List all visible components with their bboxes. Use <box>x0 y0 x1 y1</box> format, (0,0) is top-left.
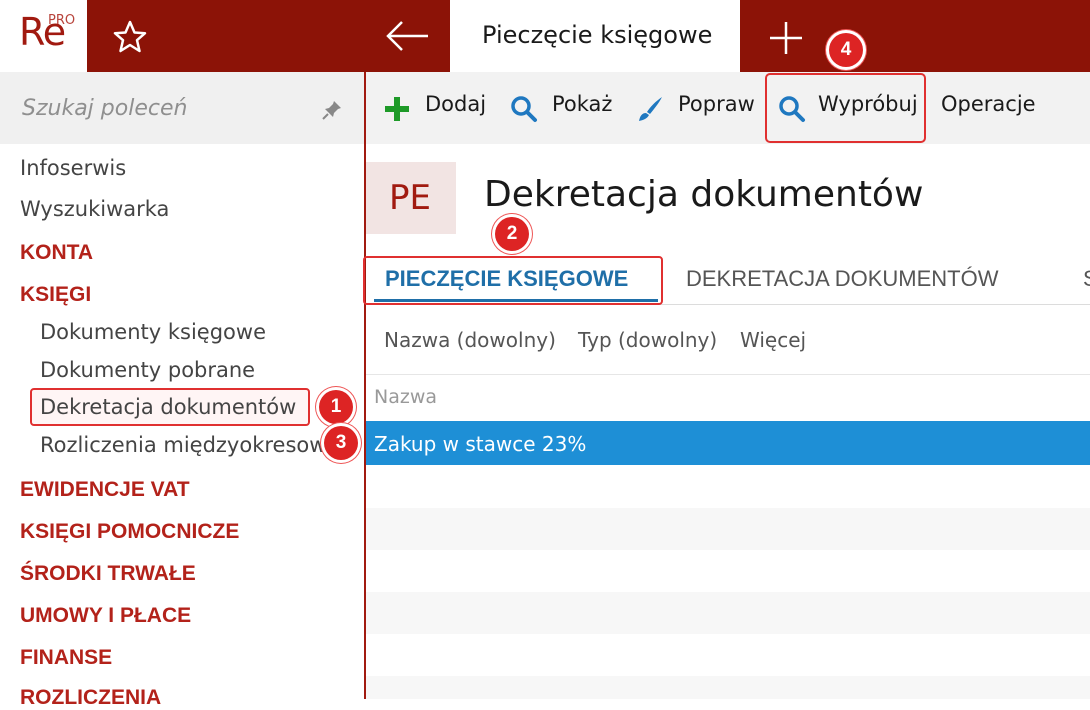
sidebar-item-infoserwis[interactable]: Infoserwis <box>20 156 126 181</box>
grid-header <box>366 374 1090 419</box>
edit-brush-icon[interactable] <box>636 95 664 127</box>
tab-dekretacja-dokumentow[interactable]: DEKRETACJA DOKUMENTÓW <box>686 266 999 292</box>
filter-type[interactable]: Typ (dowolny) <box>578 328 717 352</box>
page-badge-text: PE <box>389 178 431 218</box>
table-cell-name: Zakup w stawce 23% <box>374 432 587 456</box>
filter-more[interactable]: Więcej <box>740 328 806 352</box>
tab-overflow[interactable]: S <box>1083 266 1090 292</box>
add-plus-icon[interactable] <box>384 96 410 126</box>
sidebar-section-srodki-trwale[interactable]: ŚRODKI TRWAŁE <box>20 561 196 586</box>
sidebar-section-konta[interactable]: KONTA <box>20 240 93 265</box>
table-row-empty <box>366 550 1090 592</box>
logo-badge: PRO <box>48 13 76 28</box>
add-button[interactable]: Dodaj <box>425 92 486 117</box>
try-button[interactable]: Wypróbuj <box>818 92 918 117</box>
sidebar-section-umowy-i-place[interactable]: UMOWY I PŁACE <box>20 603 191 628</box>
sidebar-section-rozliczenia[interactable]: ROZLICZENIA <box>20 685 161 710</box>
command-search-input[interactable]: Szukaj poleceń <box>0 72 364 144</box>
app-logo[interactable]: Re PRO <box>0 0 87 72</box>
back-arrow-icon[interactable] <box>384 18 430 54</box>
edit-button[interactable]: Popraw <box>678 92 755 117</box>
table-row-empty <box>366 592 1090 634</box>
sidebar-item-rozliczenia-miedzyokresowe[interactable]: Rozliczenia międzyokresowe <box>40 433 340 458</box>
active-tab-label: Pieczęcie księgowe <box>482 21 713 49</box>
new-tab-plus-icon[interactable] <box>766 18 806 58</box>
table-row-empty <box>366 634 1090 676</box>
sidebar-section-ewidencje-vat[interactable]: EWIDENCJE VAT <box>20 477 190 502</box>
step-marker-4: 4 <box>829 33 863 67</box>
show-search-icon[interactable] <box>510 95 538 127</box>
sidebar-item-dokumenty-ksiegowe[interactable]: Dokumenty księgowe <box>40 320 266 345</box>
column-header-name[interactable]: Nazwa <box>374 386 437 408</box>
table-row-empty <box>366 676 1090 699</box>
sidebar-item-wyszukiwarka[interactable]: Wyszukiwarka <box>20 197 169 222</box>
sidebar-section-ksiegi[interactable]: KSIĘGI <box>20 282 91 307</box>
tab-highlight <box>363 256 663 305</box>
table-row-empty <box>366 508 1090 550</box>
step-marker-2: 2 <box>495 217 529 251</box>
sidebar-item-dekretacja-dokumentow[interactable]: Dekretacja dokumentów <box>40 395 296 420</box>
step-marker-1: 1 <box>319 390 353 424</box>
try-search-icon[interactable] <box>778 95 806 127</box>
search-placeholder: Szukaj poleceń <box>22 96 188 121</box>
filter-name[interactable]: Nazwa (dowolny) <box>384 328 556 352</box>
sidebar-item-dokumenty-pobrane[interactable]: Dokumenty pobrane <box>40 358 255 383</box>
show-button[interactable]: Pokaż <box>552 92 612 117</box>
operations-button[interactable]: Operacje <box>941 92 1036 117</box>
step-marker-3: 3 <box>324 426 358 460</box>
sidebar-section-finanse[interactable]: FINANSE <box>20 645 112 670</box>
table-row-empty <box>366 466 1090 508</box>
favorite-star-icon[interactable] <box>110 19 150 55</box>
page-title: Dekretacja dokumentów <box>484 174 924 215</box>
sidebar-section-ksiegi-pomocnicze[interactable]: KSIĘGI POMOCNICZE <box>20 519 239 544</box>
pin-icon[interactable] <box>320 98 344 122</box>
